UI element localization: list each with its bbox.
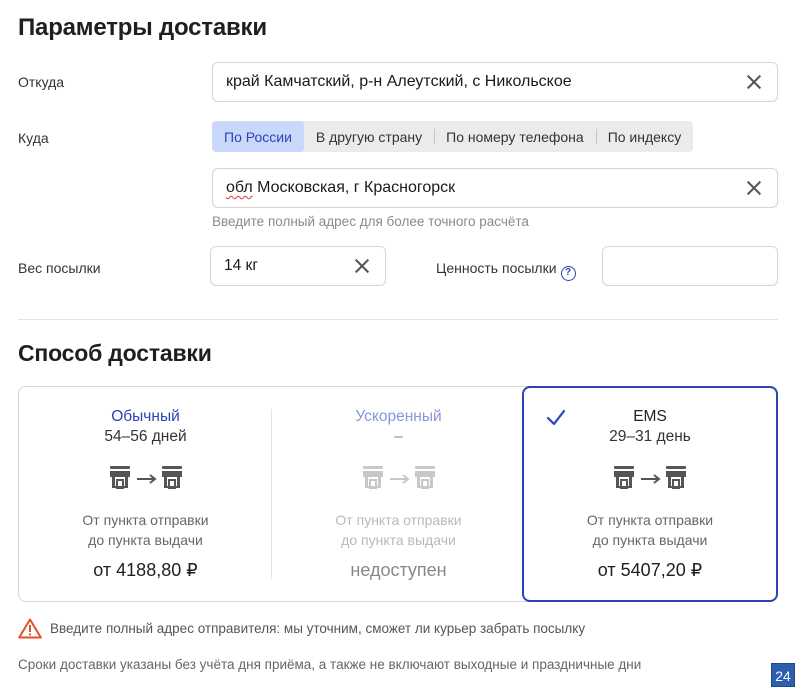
from-label: Откуда <box>18 74 65 90</box>
to-address-hint: Введите полный адрес для более точного р… <box>212 214 529 229</box>
declared-value-label-text: Ценность посылки <box>436 260 557 276</box>
help-icon[interactable]: ? <box>560 266 576 281</box>
option-desc-line1: От пункта отправки <box>335 511 462 528</box>
option-desc-line1: От пункта отправки <box>586 511 714 528</box>
tab-other-country[interactable]: В другую страну <box>304 121 434 152</box>
option-price: от 4188,80 ₽ <box>93 559 198 580</box>
warning-text: Введите полный адрес отправителя: мы уто… <box>50 621 586 636</box>
option-days: 54–56 дней <box>104 427 187 445</box>
to-label: Куда <box>18 130 49 146</box>
from-address-field[interactable]: край Камчатский, р-н Алеутский, с Николь… <box>212 62 778 102</box>
weight-value: 14 кг <box>224 257 258 274</box>
delivery-option-express: Ускоренный – От пункта отправки до пункт… <box>272 386 525 602</box>
option-description: От пункта отправки до пункта выдачи <box>272 510 525 550</box>
delivery-options: Обычный 54–56 дней От пункта отправки до… <box>18 385 778 602</box>
point-to-point-icon <box>524 465 776 490</box>
option-desc-line2: до пункта выдачи <box>88 531 203 548</box>
declared-value-field[interactable] <box>602 246 778 286</box>
section-divider <box>18 319 778 320</box>
page-title: Параметры доставки <box>18 14 267 41</box>
clear-from-icon[interactable] <box>743 71 765 93</box>
clear-weight-icon[interactable] <box>351 255 373 277</box>
delivery-terms-note: Сроки доставки указаны без учёта дня при… <box>18 657 642 672</box>
to-address-field[interactable]: обл Московская, г Красногорск <box>212 168 778 208</box>
to-address-prefix: обл <box>226 179 253 196</box>
delivery-method-title: Способ доставки <box>18 340 212 366</box>
option-days: – <box>394 427 403 445</box>
option-price: от 5407,20 ₽ <box>597 559 703 580</box>
to-address-rest: Московская, г Красногорск <box>252 179 456 196</box>
option-description: От пункта отправки до пункта выдачи <box>19 510 272 550</box>
badge-24: 24 <box>771 663 795 687</box>
option-name: Обычный <box>111 407 180 425</box>
tab-postal-index[interactable]: По индексу <box>595 121 694 152</box>
option-desc-line2: до пункта выдачи <box>341 531 456 548</box>
weight-label: Вес посылки <box>18 260 101 276</box>
point-to-point-icon <box>19 465 272 490</box>
warning-triangle-icon <box>18 618 42 639</box>
option-desc-line1: От пункта отправки <box>82 511 209 528</box>
clear-to-icon[interactable] <box>743 177 765 199</box>
point-to-point-icon <box>272 465 525 490</box>
delivery-option-standard[interactable]: Обычный 54–56 дней От пункта отправки до… <box>19 386 272 602</box>
option-name: Ускоренный <box>355 407 442 425</box>
from-address-value: край Камчатский, р-н Алеутский, с Николь… <box>226 73 572 90</box>
tab-phone-number[interactable]: По номеру телефона <box>434 121 596 152</box>
delivery-option-ems[interactable]: EMS 29–31 день От пункта отправки до пун… <box>522 385 778 602</box>
option-name: EMS <box>633 407 667 425</box>
option-days: 29–31 день <box>609 427 691 445</box>
declared-value-label: Ценность посылки? <box>436 260 576 281</box>
weight-field[interactable]: 14 кг <box>210 246 386 286</box>
tab-russia[interactable]: По России <box>212 121 304 152</box>
to-address-value: обл Московская, г Красногорск <box>213 179 743 197</box>
option-description: От пункта отправки до пункта выдачи <box>524 510 776 550</box>
sender-address-warning: Введите полный адрес отправителя: мы уто… <box>18 618 585 639</box>
destination-tabs: По России В другую страну По номеру теле… <box>212 121 694 152</box>
option-desc-line2: до пункта выдачи <box>592 531 708 548</box>
option-price: недоступен <box>350 559 447 580</box>
